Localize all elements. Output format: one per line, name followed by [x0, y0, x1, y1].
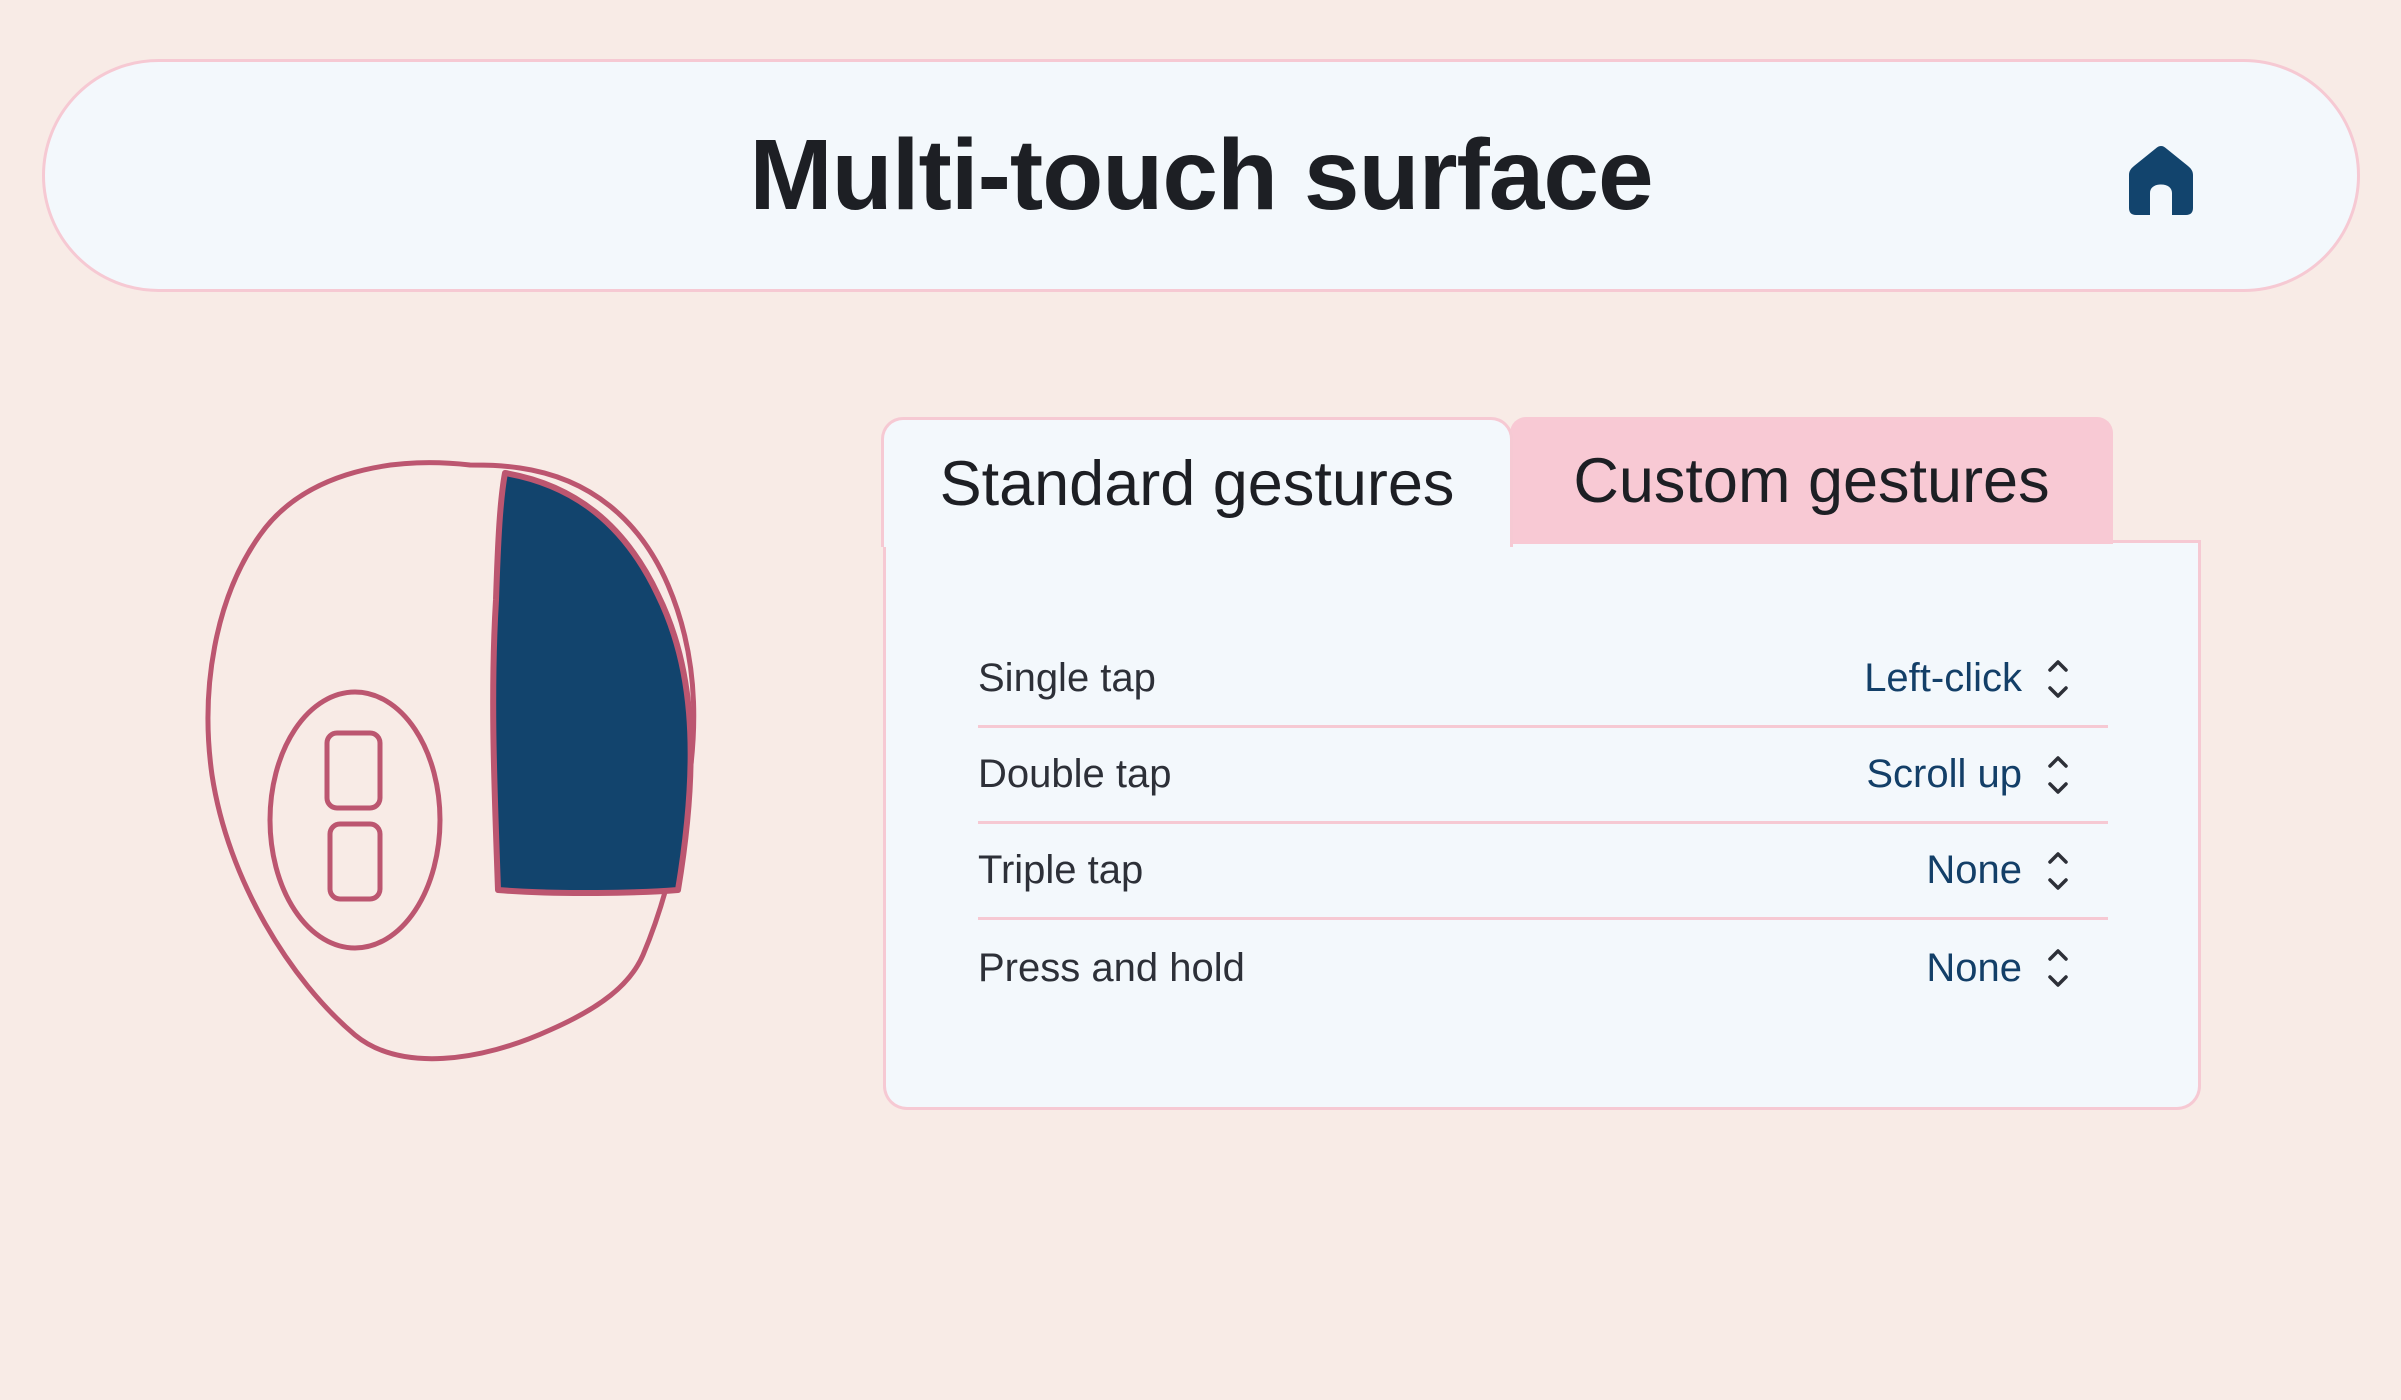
mouse-illustration	[205, 460, 697, 1062]
chevron-up-down-icon	[2048, 659, 2068, 698]
gesture-action-value: Scroll up	[1866, 752, 2022, 796]
gesture-action-select[interactable]: Left-click	[1864, 656, 2108, 702]
page-title: Multi-touch surface	[749, 119, 1653, 231]
gesture-action-select[interactable]: None	[1926, 945, 2108, 991]
gesture-row-press-and-hold: Press and hold None	[978, 920, 2108, 1016]
gesture-label: Single tap	[978, 656, 1156, 700]
gesture-action-value: None	[1926, 945, 2022, 990]
gesture-action-select[interactable]: Scroll up	[1866, 752, 2108, 798]
tab-standard-gestures[interactable]: Standard gestures	[881, 417, 1513, 547]
gesture-action-value: Left-click	[1864, 656, 2022, 700]
upper-button	[324, 730, 383, 811]
lower-button	[327, 821, 383, 902]
chevron-up-down-icon	[2048, 949, 2068, 987]
gesture-label: Press and hold	[978, 945, 1245, 990]
gesture-label: Triple tap	[978, 848, 1144, 892]
touch-surface-area	[490, 470, 694, 897]
button-cluster-outline	[267, 689, 443, 951]
tab-custom-gestures-label: Custom gestures	[1573, 445, 2050, 516]
gesture-row-triple-tap: Triple tap None	[978, 824, 2108, 920]
gesture-action-select[interactable]: None	[1926, 848, 2108, 894]
home-icon	[2129, 146, 2193, 215]
gesture-row-double-tap: Double tap Scroll up	[978, 728, 2108, 824]
chevron-up-down-icon	[2048, 851, 2068, 890]
tab-custom-gestures[interactable]: Custom gestures	[1510, 417, 2113, 544]
header-bar: Multi-touch surface	[42, 59, 2360, 292]
home-button[interactable]	[2121, 140, 2201, 220]
gesture-action-value: None	[1926, 848, 2022, 892]
tab-standard-gestures-label: Standard gestures	[939, 448, 1455, 519]
gesture-row-single-tap: Single tap Left-click	[978, 632, 2108, 728]
gesture-list: Single tap Left-click Double tap Scroll …	[978, 632, 2108, 1016]
chevron-up-down-icon	[2048, 755, 2068, 794]
gesture-label: Double tap	[978, 752, 1172, 796]
